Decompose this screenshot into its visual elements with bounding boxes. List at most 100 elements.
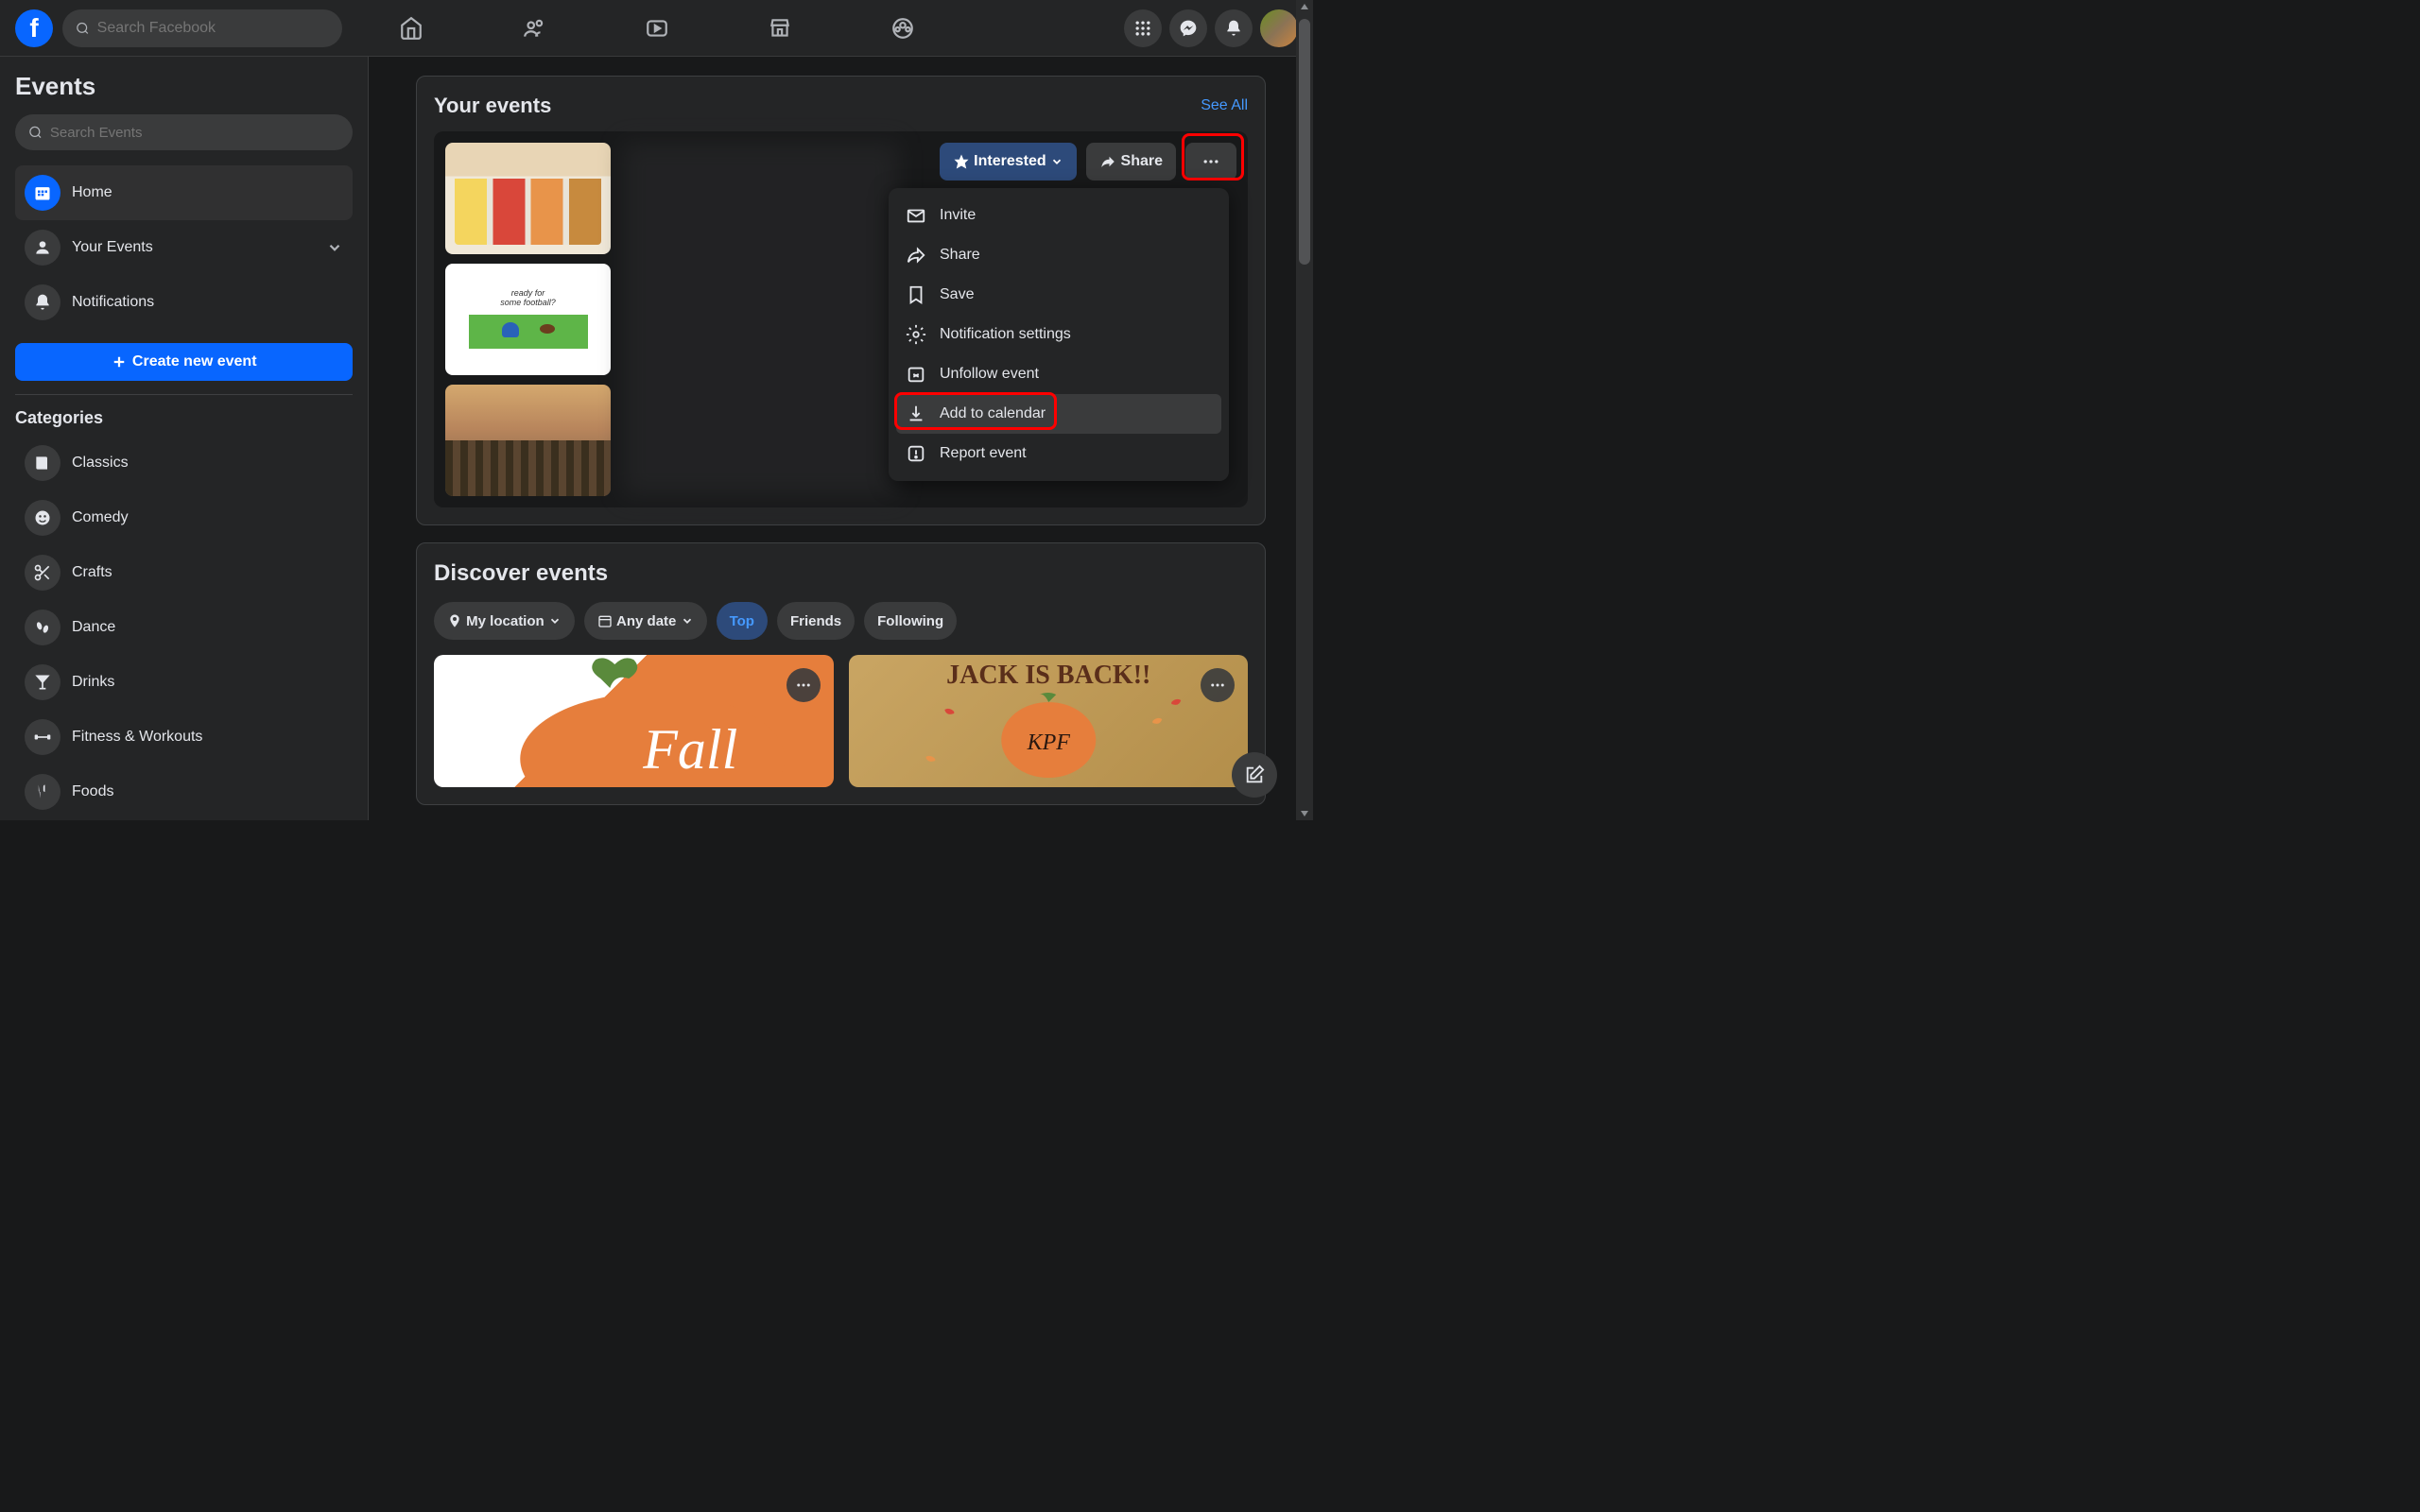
- user-avatar[interactable]: [1260, 9, 1298, 47]
- filter-following[interactable]: Following: [864, 602, 957, 640]
- category-comedy[interactable]: Comedy: [15, 490, 353, 545]
- event-image-3[interactable]: [445, 385, 611, 496]
- sidebar-your-events-label: Your Events: [72, 239, 153, 256]
- filter-friends[interactable]: Friends: [777, 602, 855, 640]
- category-foods[interactable]: Foods: [15, 765, 353, 819]
- event-row: ready for some football? Interested: [434, 131, 1248, 507]
- share-button[interactable]: Share: [1086, 143, 1176, 180]
- more-button[interactable]: [1185, 143, 1236, 180]
- search-box[interactable]: [62, 9, 342, 47]
- svg-text:JACK IS BACK!!: JACK IS BACK!!: [946, 661, 1150, 690]
- friends-nav-icon[interactable]: [510, 5, 558, 52]
- messenger-icon[interactable]: [1169, 9, 1207, 47]
- dumbbell-icon: [25, 719, 60, 755]
- share-icon: [1099, 153, 1116, 170]
- notifications-icon[interactable]: [1215, 9, 1253, 47]
- download-icon: [906, 404, 926, 424]
- sidebar-title: Events: [15, 72, 353, 101]
- categories-title: Categories: [15, 408, 353, 428]
- video-nav-icon[interactable]: [633, 5, 681, 52]
- create-event-button[interactable]: Create new event: [15, 343, 353, 381]
- svg-text:KPF: KPF: [1026, 730, 1070, 755]
- dropdown-share[interactable]: Share: [896, 235, 1221, 275]
- svg-text:Fall: Fall: [642, 718, 737, 781]
- facebook-logo[interactable]: f: [15, 9, 53, 47]
- dropdown-add-calendar[interactable]: Add to calendar: [896, 394, 1221, 434]
- marketplace-nav-icon[interactable]: [756, 5, 804, 52]
- sidebar-home[interactable]: Home: [15, 165, 353, 220]
- dropdown-invite[interactable]: Invite: [896, 196, 1221, 235]
- calendar-icon: [25, 175, 60, 211]
- compose-icon: [1244, 765, 1265, 785]
- see-all-link[interactable]: See All: [1201, 97, 1248, 114]
- scroll-down-icon[interactable]: [1300, 809, 1309, 818]
- book-icon: [25, 445, 60, 481]
- discover-card-1[interactable]: Fall: [434, 655, 834, 787]
- chevron-down-icon: [548, 614, 562, 627]
- groups-nav-icon[interactable]: [879, 5, 926, 52]
- sidebar-notifications[interactable]: Notifications: [15, 275, 353, 330]
- bell-icon: [25, 284, 60, 320]
- plus-icon: [111, 353, 128, 370]
- sidebar-your-events[interactable]: Your Events: [15, 220, 353, 275]
- dropdown-save[interactable]: Save: [896, 275, 1221, 315]
- event-image-1[interactable]: [445, 143, 611, 254]
- filter-top[interactable]: Top: [717, 602, 768, 640]
- your-events-card: Your events See All ready for some footb…: [416, 76, 1266, 525]
- scroll-thumb[interactable]: [1299, 19, 1310, 265]
- unfollow-icon: [906, 364, 926, 385]
- scroll-up-icon[interactable]: [1300, 2, 1309, 11]
- content: Your events See All ready for some footb…: [369, 57, 1313, 820]
- cocktail-icon: [25, 664, 60, 700]
- home-nav-icon[interactable]: [388, 5, 435, 52]
- search-events[interactable]: [15, 114, 353, 150]
- discover-card-2[interactable]: JACK IS BACK!! KPF: [849, 655, 1249, 787]
- person-icon: [25, 230, 60, 266]
- search-events-input[interactable]: [50, 125, 339, 141]
- category-drinks[interactable]: Drinks: [15, 655, 353, 710]
- chevron-down-icon: [681, 614, 694, 627]
- filter-date[interactable]: Any date: [584, 602, 707, 640]
- dropdown-notification-settings[interactable]: Notification settings: [896, 315, 1221, 354]
- chevron-down-icon: [326, 239, 343, 256]
- report-icon: [906, 443, 926, 464]
- blurred-content: [623, 143, 898, 496]
- right-nav: [1124, 9, 1298, 47]
- center-nav: [388, 5, 926, 52]
- sidebar-notifications-label: Notifications: [72, 294, 154, 311]
- search-icon: [28, 125, 43, 140]
- category-fitness[interactable]: Fitness & Workouts: [15, 710, 353, 765]
- bookmark-icon: [906, 284, 926, 305]
- your-events-title: Your events: [434, 94, 551, 118]
- card-more-icon[interactable]: [1201, 668, 1235, 702]
- interested-button[interactable]: Interested: [940, 143, 1077, 180]
- dropdown-report[interactable]: Report event: [896, 434, 1221, 473]
- chevron-down-icon: [1050, 155, 1063, 168]
- pin-icon: [447, 613, 462, 628]
- share-arrow-icon: [906, 245, 926, 266]
- top-nav: f: [0, 0, 1313, 57]
- fork-knife-icon: [25, 774, 60, 810]
- discover-title: Discover events: [434, 560, 1248, 587]
- filter-location[interactable]: My location: [434, 602, 575, 640]
- category-classics[interactable]: Classics: [15, 436, 353, 490]
- menu-grid-icon[interactable]: [1124, 9, 1162, 47]
- dots-icon: [1201, 152, 1220, 171]
- event-dropdown: Invite Share Save Notification settings: [889, 188, 1229, 481]
- smile-icon: [25, 500, 60, 536]
- dropdown-unfollow[interactable]: Unfollow event: [896, 354, 1221, 394]
- envelope-icon: [906, 205, 926, 226]
- event-image-2[interactable]: ready for some football?: [445, 264, 611, 375]
- scrollbar[interactable]: [1296, 0, 1313, 820]
- search-input[interactable]: [97, 20, 329, 37]
- category-crafts[interactable]: Crafts: [15, 545, 353, 600]
- star-icon: [953, 153, 970, 170]
- card-more-icon[interactable]: [786, 668, 821, 702]
- dance-icon: [25, 610, 60, 645]
- compose-fab[interactable]: [1232, 752, 1277, 798]
- sidebar-home-label: Home: [72, 184, 112, 201]
- divider: [15, 394, 353, 395]
- sidebar: Events Home Your Events Notifications: [0, 57, 369, 820]
- discover-events-card: Discover events My location Any date Top…: [416, 542, 1266, 805]
- category-dance[interactable]: Dance: [15, 600, 353, 655]
